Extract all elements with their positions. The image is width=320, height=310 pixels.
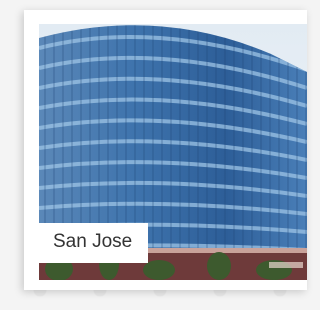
city-label: San Jose [39, 223, 149, 263]
location-card[interactable]: San Jose [24, 10, 307, 290]
